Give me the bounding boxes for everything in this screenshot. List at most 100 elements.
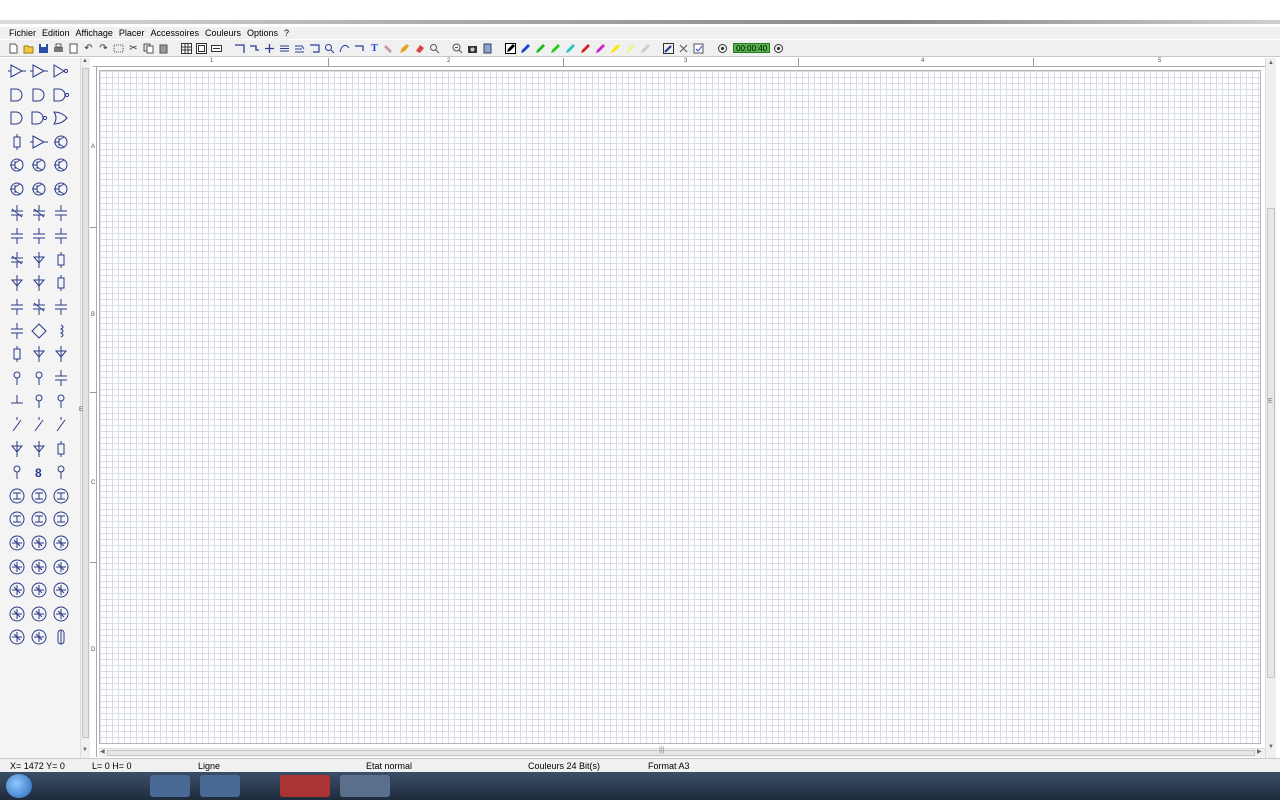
tube-multi-icon[interactable] [50, 581, 72, 599]
scroll-down-arrow-icon[interactable]: ▼ [1268, 744, 1274, 750]
scroll-right-arrow-icon[interactable]: ▶ [1257, 748, 1262, 755]
terminal-icon[interactable] [50, 463, 72, 481]
capacitor-icon[interactable] [28, 227, 50, 245]
drawing-canvas[interactable] [99, 70, 1261, 744]
tube-multi-icon[interactable] [6, 534, 28, 552]
camera-icon[interactable] [467, 43, 478, 54]
eraser-tool-icon[interactable] [414, 43, 425, 54]
resistor-icon[interactable] [6, 345, 28, 363]
tube-multi-icon[interactable] [28, 558, 50, 576]
copy-icon[interactable] [143, 43, 154, 54]
tube-icon[interactable] [50, 487, 72, 505]
pen-color-lightgreen-icon[interactable] [550, 43, 561, 54]
diode-icon[interactable] [28, 345, 50, 363]
tube-multi-icon[interactable] [6, 605, 28, 623]
capacitor-icon[interactable] [50, 369, 72, 387]
clipboard-icon[interactable] [482, 43, 493, 54]
redo-icon[interactable]: ↷ [98, 43, 109, 54]
bus-icon[interactable] [279, 43, 290, 54]
print-icon[interactable] [53, 43, 64, 54]
tube-multi-icon[interactable] [50, 605, 72, 623]
buffer-gate-icon[interactable] [28, 62, 50, 80]
terminal-icon[interactable] [28, 369, 50, 387]
vertical-scrollbar[interactable]: ▲ E ▼ [1265, 58, 1276, 758]
menu-edition[interactable]: Edition [42, 28, 70, 38]
resistor-icon[interactable] [50, 251, 72, 269]
transistor-icon[interactable] [28, 156, 50, 174]
checklist-icon[interactable] [693, 43, 704, 54]
transistor-icon[interactable] [6, 156, 28, 174]
taskbar-item[interactable] [200, 775, 240, 797]
display-icon[interactable]: 8 [28, 463, 50, 481]
transistor-icon[interactable] [50, 180, 72, 198]
capacitor-icon[interactable] [50, 298, 72, 316]
grid-view-icon[interactable] [181, 42, 192, 54]
switch-icon[interactable] [6, 416, 28, 434]
capacitor-icon[interactable] [6, 227, 28, 245]
inductor-icon[interactable] [50, 322, 72, 340]
tube-multi-icon[interactable] [50, 558, 72, 576]
text-tool-icon[interactable]: T [369, 43, 380, 54]
wire-link-icon[interactable] [249, 43, 260, 54]
variable-capacitor-icon[interactable] [28, 204, 50, 222]
wire-tool-icon[interactable] [234, 43, 245, 54]
taskbar-item[interactable] [150, 775, 190, 797]
menu-couleurs[interactable]: Couleurs [205, 28, 241, 38]
line-tool-icon[interactable] [354, 43, 365, 54]
tube-multi-icon[interactable] [6, 628, 28, 646]
junction-icon[interactable] [264, 43, 275, 54]
capacitor-icon[interactable] [6, 322, 28, 340]
timer-stop-radio[interactable] [774, 43, 784, 53]
capacitor-icon[interactable] [50, 227, 72, 245]
buffer-gate-icon[interactable] [28, 133, 50, 151]
resistor-icon[interactable] [6, 133, 28, 151]
diode-icon[interactable] [28, 274, 50, 292]
taskbar-item[interactable] [280, 775, 330, 797]
pen-color-red-icon[interactable] [580, 43, 591, 54]
horizontal-scroll-thumb[interactable] [107, 750, 1255, 756]
page-view-icon[interactable] [196, 42, 207, 54]
switch-icon[interactable] [50, 416, 72, 434]
terminal-icon[interactable] [6, 463, 28, 481]
scroll-up-arrow-icon[interactable]: ▲ [82, 58, 88, 64]
transistor-icon[interactable] [6, 180, 28, 198]
print-preview-icon[interactable] [68, 43, 79, 54]
tube-icon[interactable] [6, 487, 28, 505]
diode-icon[interactable] [28, 440, 50, 458]
timer-start-radio[interactable] [718, 43, 727, 53]
resistor-icon[interactable] [50, 274, 72, 292]
and-gate-icon[interactable] [6, 86, 28, 104]
resistor-icon[interactable] [50, 440, 72, 458]
variable-capacitor-icon[interactable] [6, 204, 28, 222]
fill-tool-icon[interactable] [384, 43, 395, 54]
pen-color-gray-icon[interactable] [640, 43, 651, 54]
pen-color-black-icon[interactable] [505, 42, 516, 54]
variable-capacitor-icon[interactable] [6, 251, 28, 269]
capacitor-icon[interactable] [50, 204, 72, 222]
bridge-icon[interactable] [28, 322, 50, 340]
capacitor-icon[interactable] [6, 298, 28, 316]
pen-color-cyan-icon[interactable] [565, 43, 576, 54]
menu-placer[interactable]: Placer [119, 28, 145, 38]
save-icon[interactable] [38, 43, 49, 54]
color-picker-icon[interactable] [663, 42, 674, 54]
new-file-icon[interactable] [8, 43, 19, 54]
start-button[interactable] [6, 774, 32, 798]
nand-gate-icon[interactable] [50, 86, 72, 104]
menu-affichage[interactable]: Affichage [76, 28, 113, 38]
zoom-out-icon[interactable] [452, 43, 463, 54]
undo-icon[interactable]: ↶ [83, 43, 94, 54]
pen-color-paleyellow-icon[interactable] [625, 43, 636, 54]
tube-multi-icon[interactable] [6, 581, 28, 599]
menu-options[interactable]: Options [247, 28, 278, 38]
pen-color-green-icon[interactable] [535, 43, 546, 54]
paste-icon[interactable] [158, 43, 169, 54]
diode-icon[interactable] [28, 251, 50, 269]
fuse-icon[interactable] [50, 628, 72, 646]
zoom-tool-icon[interactable] [324, 43, 335, 54]
diode-icon[interactable] [6, 440, 28, 458]
select-icon[interactable] [113, 43, 124, 54]
transistor-icon[interactable] [50, 133, 72, 151]
menu-help[interactable]: ? [284, 28, 289, 38]
vertical-scroll-thumb[interactable] [1267, 208, 1275, 678]
